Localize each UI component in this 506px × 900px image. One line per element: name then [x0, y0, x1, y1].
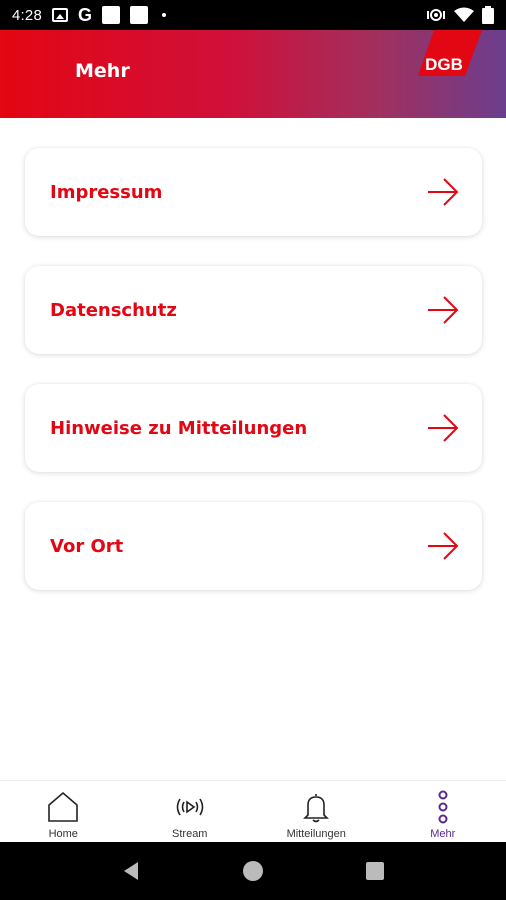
bell-icon — [299, 790, 333, 824]
square-recents-icon — [366, 862, 384, 880]
image-icon — [52, 8, 68, 22]
svg-text:DGB: DGB — [425, 55, 463, 74]
menu-item-datenschutz[interactable]: Datenschutz — [25, 266, 482, 354]
bottom-nav: Home Stream Mitteilungen Mehr — [0, 780, 506, 842]
back-icon — [124, 862, 138, 880]
battery-icon — [482, 6, 494, 24]
notification-square-icon — [130, 6, 149, 24]
status-time: 4:28 — [12, 6, 42, 24]
menu-item-vor-ort[interactable]: Vor Ort — [25, 502, 482, 590]
recents-button[interactable] — [355, 851, 395, 891]
app-header: Mehr DGB — [0, 30, 506, 118]
dot-icon — [162, 13, 167, 17]
nav-item-stream[interactable]: Stream — [127, 781, 254, 842]
nav-label: Mitteilungen — [286, 828, 346, 840]
nav-label: Home — [48, 828, 78, 840]
menu-item-impressum[interactable]: Impressum — [25, 148, 482, 236]
menu-item-label: Hinweise zu Mitteilungen — [50, 417, 308, 439]
arrow-right-icon — [428, 296, 459, 324]
nav-item-mehr[interactable]: Mehr — [380, 781, 506, 842]
home-system-button[interactable] — [233, 851, 273, 891]
arrow-right-icon — [428, 414, 459, 442]
menu-item-hinweise[interactable]: Hinweise zu Mitteilungen — [25, 384, 482, 472]
home-icon — [46, 790, 80, 824]
notification-square-icon — [102, 6, 121, 24]
vibrate-icon — [427, 9, 445, 21]
arrow-right-icon — [428, 178, 459, 206]
nav-item-home[interactable]: Home — [0, 781, 127, 842]
wifi-icon — [454, 7, 474, 22]
menu-item-label: Datenschutz — [50, 299, 177, 321]
stream-icon — [173, 790, 207, 824]
status-bar: 4:28 G — [0, 0, 506, 30]
page-title: Mehr — [75, 60, 130, 82]
circle-home-icon — [243, 861, 263, 881]
arrow-right-icon — [428, 532, 459, 560]
nav-item-mitteilungen[interactable]: Mitteilungen — [253, 781, 380, 842]
more-icon — [426, 790, 460, 824]
dgb-logo: DGB — [418, 30, 482, 76]
menu-item-label: Impressum — [50, 181, 163, 203]
back-button[interactable] — [111, 851, 151, 891]
nav-label: Mehr — [430, 828, 456, 840]
google-icon: G — [78, 4, 93, 25]
system-nav-bar — [0, 842, 506, 900]
nav-label: Stream — [172, 828, 208, 840]
menu-item-label: Vor Ort — [50, 535, 124, 557]
